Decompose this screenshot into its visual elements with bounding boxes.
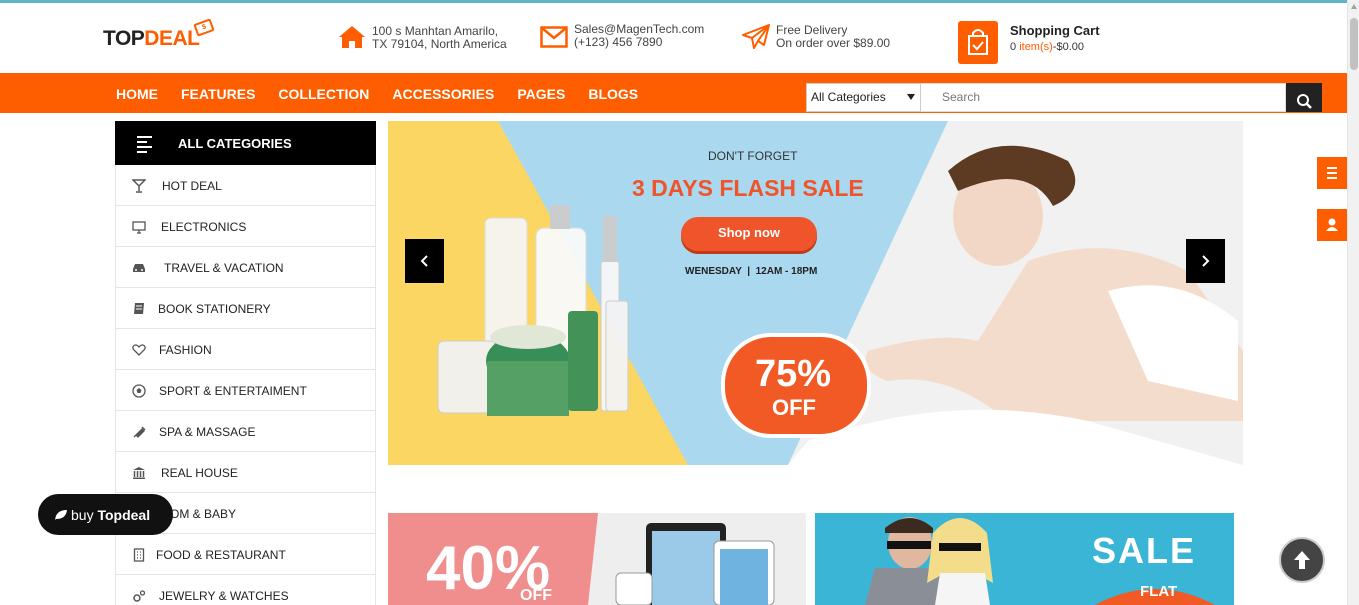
nav-accessories[interactable]: ACCESSORIES bbox=[392, 73, 494, 113]
scroll-up-arrow-icon[interactable] bbox=[1351, 4, 1357, 9]
category-item-spa[interactable]: SPA & MASSAGE bbox=[116, 411, 375, 452]
promo-sale: SALE bbox=[1092, 530, 1197, 571]
scrollbar-thumb[interactable] bbox=[1350, 18, 1358, 70]
delivery-subtitle: On order over $89.00 bbox=[776, 36, 891, 50]
discount-off: OFF bbox=[772, 395, 816, 420]
menu-icon bbox=[137, 136, 152, 156]
book-icon bbox=[134, 303, 144, 314]
cog-icon bbox=[133, 590, 146, 602]
logo-part-top: TOP bbox=[103, 27, 145, 50]
user-icon bbox=[1326, 218, 1338, 231]
cart-button[interactable] bbox=[958, 21, 998, 64]
cart-title[interactable]: Shopping Cart bbox=[1010, 23, 1100, 38]
cocktail-icon bbox=[132, 179, 146, 193]
header: TOPDEAL $ 100 s Manhtan Amarilo, TX 7910… bbox=[0, 3, 1347, 73]
banner-schedule: WENESDAY | 12AM - 18PM bbox=[685, 266, 818, 277]
paper-plane-icon bbox=[742, 24, 770, 49]
category-label: TRAVEL & VACATION bbox=[164, 261, 284, 275]
search-button[interactable] bbox=[1286, 83, 1322, 112]
slider-prev-button[interactable] bbox=[405, 239, 444, 283]
shopping-bag-icon bbox=[968, 29, 988, 55]
address-info: 100 s Manhtan Amarilo, TX 79104, North A… bbox=[338, 25, 507, 51]
promo-banner-fashion[interactable]: SALE FLAT bbox=[815, 513, 1234, 605]
bank-icon bbox=[133, 467, 145, 479]
logo-price-tag: $ bbox=[193, 18, 215, 37]
discount-badge: 75% OFF bbox=[721, 333, 871, 438]
cart-total: -$0.00 bbox=[1052, 41, 1084, 53]
logo-part-deal: DEAL bbox=[144, 27, 200, 50]
category-item-real-house[interactable]: REAL HOUSE bbox=[116, 452, 375, 493]
contact-info: Sales@MagenTech.com (+123) 456 7890 bbox=[540, 23, 704, 49]
side-menu-button[interactable] bbox=[1317, 157, 1347, 189]
category-label: REAL HOUSE bbox=[161, 466, 238, 480]
address-line-2: TX 79104, North America bbox=[372, 37, 507, 51]
category-label: BOOK STATIONERY bbox=[158, 302, 271, 316]
all-categories-header[interactable]: ALL CATEGORIES bbox=[115, 121, 376, 165]
category-item-book[interactable]: BOOK STATIONERY bbox=[116, 288, 375, 329]
banner-shop-now-button[interactable]: Shop now bbox=[681, 217, 817, 251]
contact-phone: (+123) 456 7890 bbox=[574, 35, 663, 49]
delivery-info: Free Delivery On order over $89.00 bbox=[742, 24, 890, 50]
home-icon bbox=[339, 26, 365, 48]
arrow-up-icon bbox=[1294, 551, 1310, 569]
category-item-fashion[interactable]: FASHION bbox=[116, 329, 375, 370]
category-list: HOT DEAL ELECTRONICS TRAVEL & VACATION B… bbox=[115, 165, 376, 605]
nav-home[interactable]: HOME bbox=[116, 73, 158, 113]
heart-icon bbox=[132, 344, 146, 356]
category-label: FASHION bbox=[159, 343, 212, 357]
cart-summary: 0 item(s)-$0.00 bbox=[1010, 41, 1084, 53]
category-item-food[interactable]: FOOD & RESTAURANT bbox=[116, 534, 375, 575]
category-select-value: All Categories bbox=[811, 90, 886, 104]
banner-headline: 3 DAYS FLASH SALE bbox=[632, 175, 864, 201]
slider-next-button[interactable] bbox=[1186, 239, 1225, 283]
chevron-down-icon bbox=[907, 94, 915, 100]
logo[interactable]: TOPDEAL $ bbox=[103, 18, 215, 51]
buy-brand: Topdeal bbox=[97, 507, 151, 523]
nav-menu: HOME FEATURES COLLECTION ACCESSORIES PAG… bbox=[116, 73, 661, 113]
category-label: SPORT & ENTERTAIMENT bbox=[159, 384, 307, 398]
category-label: ELECTRONICS bbox=[161, 220, 247, 234]
promo-flat: FLAT bbox=[1140, 583, 1178, 600]
category-label: SPA & MASSAGE bbox=[159, 425, 256, 439]
main-nav: HOME FEATURES COLLECTION ACCESSORIES PAG… bbox=[0, 73, 1347, 113]
page-scrollbar[interactable] bbox=[1347, 0, 1359, 605]
soccer-ball-icon bbox=[132, 384, 146, 398]
search-input[interactable]: Search bbox=[921, 83, 1286, 112]
banner-kicker: DON'T FORGET bbox=[708, 149, 798, 163]
search-icon bbox=[1297, 94, 1312, 109]
leaf-icon bbox=[55, 510, 67, 520]
nav-features[interactable]: FEATURES bbox=[181, 73, 255, 113]
side-account-button[interactable] bbox=[1317, 209, 1347, 241]
category-select[interactable]: All Categories bbox=[806, 83, 921, 112]
category-label: JEWELRY & WATCHES bbox=[159, 589, 289, 603]
envelope-icon bbox=[540, 26, 568, 48]
cart-count: 0 bbox=[1010, 41, 1017, 53]
chevron-right-icon bbox=[1202, 255, 1210, 267]
monitor-icon bbox=[132, 221, 146, 234]
nav-blogs[interactable]: BLOGS bbox=[588, 73, 638, 113]
building-icon bbox=[133, 548, 145, 562]
category-item-sport[interactable]: SPORT & ENTERTAIMENT bbox=[116, 370, 375, 411]
category-item-hot-deal[interactable]: HOT DEAL bbox=[116, 165, 375, 206]
back-to-top-button[interactable] bbox=[1279, 537, 1325, 583]
buy-prefix: buy bbox=[71, 507, 98, 523]
category-label: FOOD & RESTAURANT bbox=[156, 548, 286, 562]
chevron-left-icon bbox=[420, 255, 428, 267]
category-label: HOT DEAL bbox=[162, 179, 222, 193]
buy-topdeal-button[interactable]: buy Topdeal bbox=[38, 494, 173, 535]
category-item-jewelry[interactable]: JEWELRY & WATCHES bbox=[116, 575, 375, 605]
category-item-electronics[interactable]: ELECTRONICS bbox=[116, 206, 375, 247]
hero-banner[interactable]: DON'T FORGET 3 DAYS FLASH SALE Shop now … bbox=[388, 121, 1243, 465]
promo-banner-electronics[interactable]: 40% OFF bbox=[388, 513, 806, 605]
all-categories-title: ALL CATEGORIES bbox=[178, 136, 292, 151]
syringe-icon bbox=[133, 426, 146, 438]
promo-off: OFF bbox=[520, 587, 552, 604]
discount-percent: 75% bbox=[755, 353, 832, 395]
list-icon bbox=[1327, 167, 1337, 179]
category-item-travel[interactable]: TRAVEL & VACATION bbox=[116, 247, 375, 288]
nav-collection[interactable]: COLLECTION bbox=[278, 73, 369, 113]
cart-items-label: item(s) bbox=[1019, 41, 1053, 53]
car-icon bbox=[133, 264, 145, 272]
nav-pages[interactable]: PAGES bbox=[517, 73, 565, 113]
